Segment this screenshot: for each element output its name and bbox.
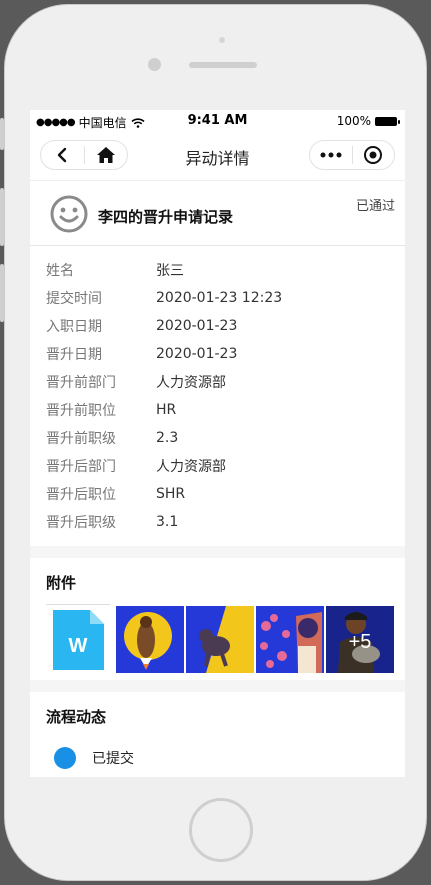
smiley-face-icon [50,195,88,233]
target-circle-icon [364,146,383,164]
illustration-thumbnail [256,606,324,673]
detail-value: 2020-01-23 [156,318,238,334]
home-button[interactable] [189,798,253,862]
image-attachment[interactable] [186,606,254,673]
attachment-thumbnails: W +5 [46,606,396,673]
detail-list: 姓名 张三 提交时间 2020-01-23 12:23 入职日期 2020-01-23… [30,246,405,546]
flow-section: 流程动态 已提交 [30,692,405,777]
more-attachments-button[interactable]: +5 [326,606,394,673]
flow-step-label: 已提交 [92,751,134,767]
detail-label: 晋升后职位 [46,487,116,503]
mute-switch [0,118,4,150]
detail-value: 3.1 [156,514,179,530]
word-document-attachment[interactable]: W [46,606,114,673]
detail-label: 晋升前职级 [46,431,116,447]
detail-label: 晋升后部门 [46,459,116,475]
detail-row: 姓名 张三 [30,256,405,284]
detail-value: 人力资源部 [156,375,226,391]
nav-capsule-right [309,140,395,170]
detail-value: SHR [156,486,186,502]
detail-label: 晋升前职位 [46,403,116,419]
earpiece-speaker [189,62,257,68]
close-miniprogram-button[interactable] [353,141,395,169]
nav-bar: 异动详情 [30,132,405,180]
detail-row: 提交时间 2020-01-23 12:23 [30,284,405,312]
detail-label: 入职日期 [46,319,102,335]
detail-row: 晋升前职级 2.3 [30,424,405,452]
detail-row: 入职日期 2020-01-23 [30,312,405,340]
step-dot-icon [54,747,76,769]
attachments-title: 附件 [46,574,77,592]
detail-label: 姓名 [46,263,74,279]
detail-label: 晋升前部门 [46,375,116,391]
detail-value: 2.3 [156,430,179,446]
status-bar: ●●●●● 中国电信 9:41 AM 100% [30,110,405,132]
more-dots-icon [320,152,342,158]
image-attachment[interactable] [116,606,184,673]
front-sensor [219,37,225,43]
file-type-letter: W [69,635,88,657]
record-title: 李四的晋升申请记录 [98,208,234,226]
detail-row: 晋升后部门 人力资源部 [30,452,405,480]
front-camera [148,58,161,71]
illustration-thumbnail: +5 [326,606,394,673]
detail-value: 2020-01-23 12:23 [156,290,283,306]
illustration-thumbnail [116,606,184,673]
detail-row: 晋升前部门 人力资源部 [30,368,405,396]
attachments-section: 附件 W +5 [30,558,405,680]
detail-value: 人力资源部 [156,459,226,475]
volume-up-button [0,188,4,246]
flow-step: 已提交 [30,747,405,769]
word-file-icon: W [46,606,114,673]
app-screen: ●●●●● 中国电信 9:41 AM 100% 异动详情 李四的晋升申请记录 已… [30,110,405,777]
record-header: 李四的晋升申请记录 已通过 [30,180,405,246]
more-count-label: +5 [349,631,372,653]
detail-row: 晋升后职位 SHR [30,480,405,508]
detail-row: 晋升后职级 3.1 [30,508,405,536]
detail-row: 晋升日期 2020-01-23 [30,340,405,368]
volume-down-button [0,264,4,322]
detail-label: 晋升后职级 [46,515,116,531]
illustration-thumbnail [186,606,254,673]
status-badge: 已通过 [355,199,395,214]
battery-percent: 100% [336,114,371,128]
detail-value: 张三 [156,263,184,279]
detail-value: HR [156,402,177,418]
detail-value: 2020-01-23 [156,346,238,362]
more-button[interactable] [310,141,352,169]
detail-row: 晋升前职位 HR [30,396,405,424]
detail-label: 晋升日期 [46,347,102,363]
battery-icon [375,116,400,126]
flow-title: 流程动态 [46,708,107,726]
attachments-divider [46,604,110,605]
detail-label: 提交时间 [46,291,102,307]
image-attachment[interactable] [256,606,324,673]
